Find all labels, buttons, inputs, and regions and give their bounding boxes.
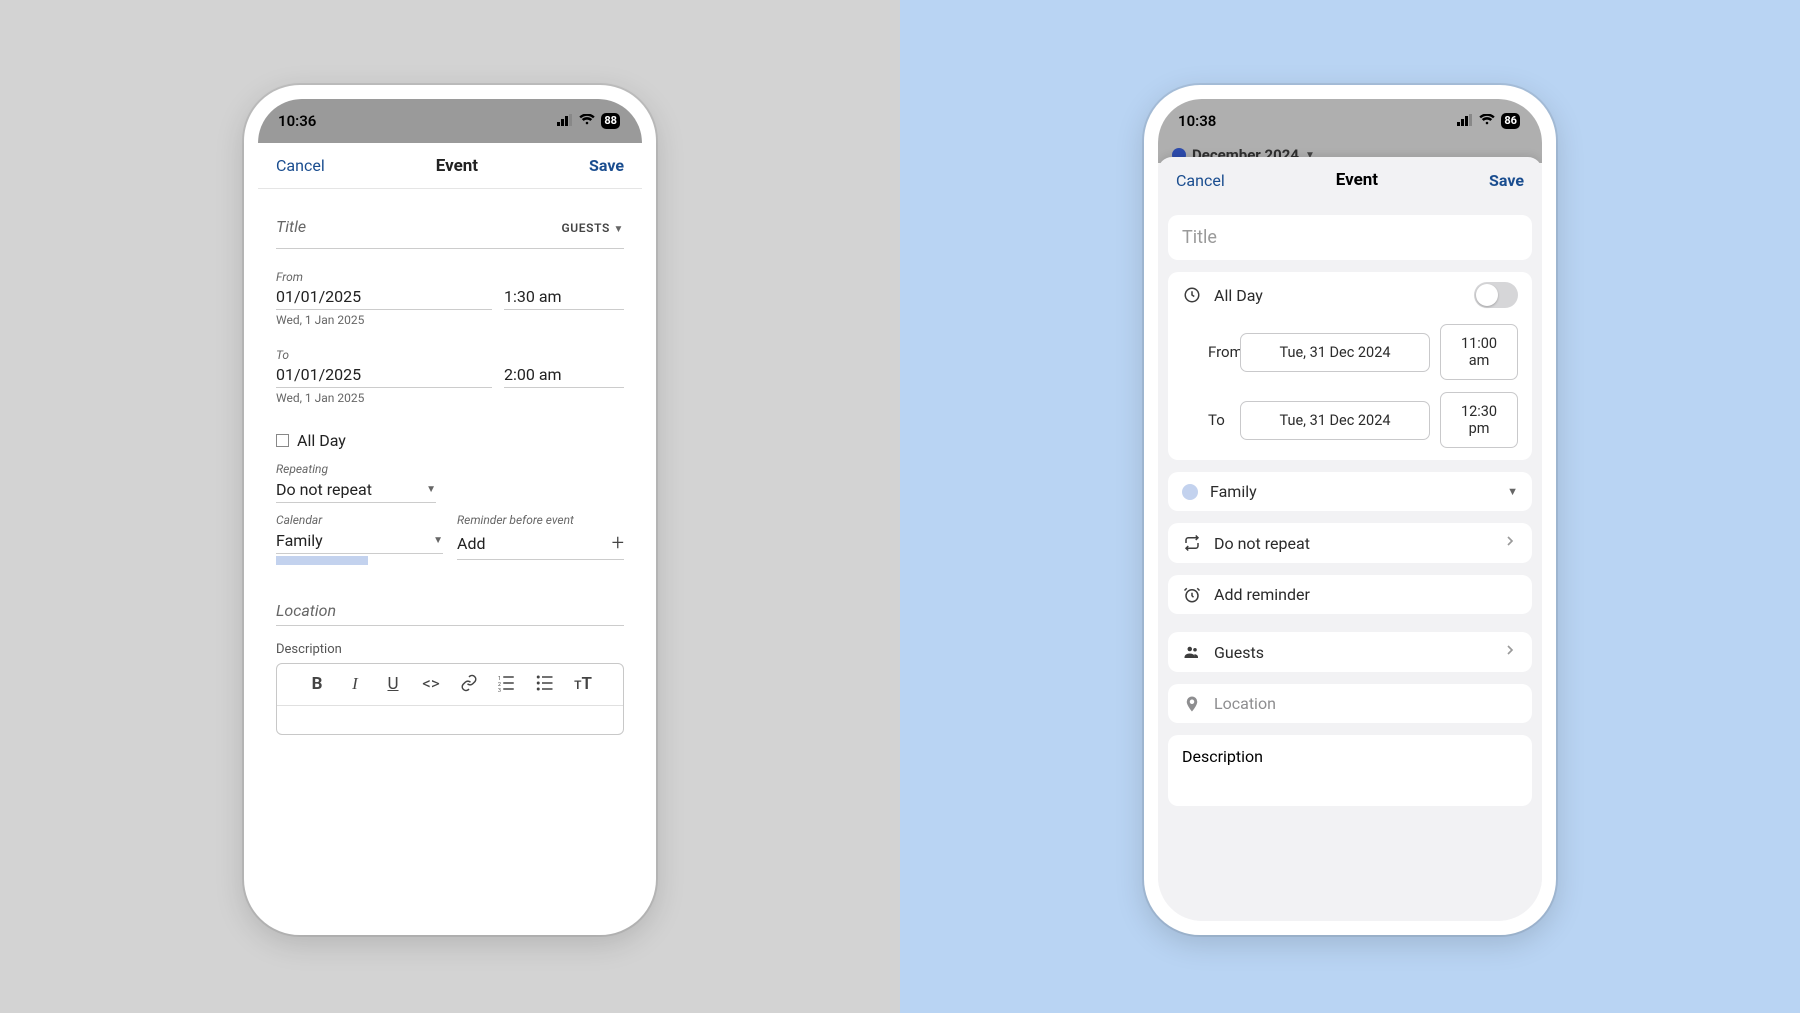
reminder-add-button[interactable]: Add + bbox=[457, 529, 624, 560]
calendar-select[interactable]: Family ▼ bbox=[276, 529, 443, 554]
wifi-icon bbox=[1479, 112, 1495, 130]
status-time: 10:36 bbox=[278, 112, 316, 130]
from-label: From bbox=[1182, 343, 1230, 361]
code-icon[interactable]: <> bbox=[420, 674, 442, 697]
from-label: From bbox=[276, 270, 303, 284]
all-day-row: All Day bbox=[1168, 272, 1532, 318]
save-button[interactable]: Save bbox=[1489, 171, 1524, 190]
chevron-right-icon bbox=[1502, 642, 1518, 662]
wifi-icon bbox=[579, 112, 595, 130]
save-button[interactable]: Save bbox=[589, 156, 624, 175]
rte-toolbar: B I U <> 123 TT bbox=[277, 664, 623, 706]
all-day-toggle[interactable] bbox=[1474, 282, 1518, 308]
sheet-header: Cancel Event Save bbox=[1158, 157, 1542, 203]
bullet-list-icon[interactable] bbox=[534, 674, 556, 697]
event-edit-sheet: Cancel Event Save Title All Day bbox=[1158, 157, 1542, 921]
alarm-icon bbox=[1182, 586, 1202, 604]
pin-icon bbox=[1182, 695, 1202, 713]
description-label: Description bbox=[276, 642, 624, 657]
reminder-label: Reminder before event bbox=[457, 513, 624, 527]
event-edit-sheet: Cancel Event Save Title GUESTS ▼ From bbox=[258, 143, 642, 921]
all-day-label: All Day bbox=[1214, 286, 1462, 305]
from-time-picker[interactable]: 11:00 am bbox=[1440, 324, 1518, 380]
to-label: To bbox=[1182, 411, 1230, 429]
caret-down-icon: ▼ bbox=[426, 484, 436, 495]
chevron-right-icon bbox=[1502, 533, 1518, 553]
bold-icon[interactable]: B bbox=[306, 674, 328, 697]
calendar-label: Calendar bbox=[276, 513, 443, 527]
comparison-panel-after: 10:38 86 December 2024 ▼ Can bbox=[900, 0, 1800, 1013]
plus-icon: + bbox=[612, 531, 624, 556]
datetime-card: All Day From Tue, 31 Dec 2024 11:00 am T… bbox=[1168, 272, 1532, 460]
underline-icon[interactable]: U bbox=[382, 674, 404, 697]
people-icon bbox=[1182, 643, 1202, 661]
svg-text:1: 1 bbox=[498, 676, 501, 682]
caret-down-icon: ▼ bbox=[614, 224, 625, 235]
battery-indicator: 86 bbox=[1501, 113, 1520, 129]
caret-down-icon: ▼ bbox=[1507, 485, 1518, 498]
title-input[interactable]: Title bbox=[276, 209, 562, 244]
battery-indicator: 88 bbox=[601, 113, 620, 129]
to-time-picker[interactable]: 12:30 pm bbox=[1440, 392, 1518, 448]
location-row[interactable]: Location bbox=[1168, 684, 1532, 723]
to-label: To bbox=[276, 348, 289, 362]
calendar-select-row[interactable]: Family ▼ bbox=[1168, 472, 1532, 511]
description-card[interactable]: Description bbox=[1168, 735, 1532, 806]
to-date-input[interactable]: 01/01/2025 bbox=[276, 363, 492, 388]
cancel-button[interactable]: Cancel bbox=[1176, 171, 1225, 190]
to-day-label: Wed, 1 Jan 2025 bbox=[276, 391, 492, 405]
phone-mockup-right: 10:38 86 December 2024 ▼ Can bbox=[1144, 85, 1556, 935]
description-editor[interactable]: B I U <> 123 TT bbox=[276, 663, 624, 735]
title-card: Title bbox=[1168, 215, 1532, 260]
text-size-icon[interactable]: TT bbox=[572, 674, 594, 697]
repeating-select[interactable]: Do not repeat ▼ bbox=[276, 478, 436, 503]
sheet-title: Event bbox=[1336, 170, 1378, 190]
reminder-row[interactable]: Add reminder bbox=[1168, 575, 1532, 614]
to-time-input[interactable]: 2:00 am bbox=[504, 363, 624, 388]
comparison-panel-before: 10:36 88 Cancel Event Save bbox=[0, 0, 900, 1013]
all-day-label: All Day bbox=[297, 431, 346, 450]
svg-text:2: 2 bbox=[498, 682, 501, 688]
title-input[interactable]: Title bbox=[1182, 227, 1518, 248]
from-time-input[interactable]: 1:30 am bbox=[504, 285, 624, 310]
signal-icon bbox=[1457, 112, 1473, 130]
calendar-dot-icon bbox=[1182, 484, 1198, 500]
caret-down-icon: ▼ bbox=[433, 535, 443, 546]
repeating-label: Repeating bbox=[276, 462, 436, 476]
sheet-header: Cancel Event Save bbox=[258, 143, 642, 189]
signal-icon bbox=[557, 112, 573, 130]
from-day-label: Wed, 1 Jan 2025 bbox=[276, 313, 492, 327]
link-icon[interactable] bbox=[458, 674, 480, 697]
status-time: 10:38 bbox=[1178, 112, 1216, 130]
repeat-icon bbox=[1182, 534, 1202, 552]
status-bar: 10:36 88 bbox=[258, 99, 642, 143]
checkbox-icon bbox=[276, 434, 289, 447]
svg-text:3: 3 bbox=[498, 688, 501, 692]
italic-icon[interactable]: I bbox=[344, 674, 366, 697]
repeat-row[interactable]: Do not repeat bbox=[1168, 523, 1532, 563]
all-day-checkbox-row[interactable]: All Day bbox=[276, 431, 624, 450]
status-bar: 10:38 86 bbox=[1158, 99, 1542, 143]
calendar-color-chip bbox=[276, 556, 368, 565]
from-date-picker[interactable]: Tue, 31 Dec 2024 bbox=[1240, 333, 1430, 372]
cancel-button[interactable]: Cancel bbox=[276, 156, 325, 175]
sheet-title: Event bbox=[436, 156, 478, 176]
guests-row[interactable]: Guests bbox=[1168, 632, 1532, 672]
clock-icon bbox=[1182, 286, 1202, 304]
phone-mockup-left: 10:36 88 Cancel Event Save bbox=[244, 85, 656, 935]
from-date-input[interactable]: 01/01/2025 bbox=[276, 285, 492, 310]
ordered-list-icon[interactable]: 123 bbox=[496, 674, 518, 697]
location-input[interactable]: Location bbox=[276, 593, 624, 626]
guests-dropdown-button[interactable]: GUESTS ▼ bbox=[562, 221, 624, 235]
to-date-picker[interactable]: Tue, 31 Dec 2024 bbox=[1240, 401, 1430, 440]
